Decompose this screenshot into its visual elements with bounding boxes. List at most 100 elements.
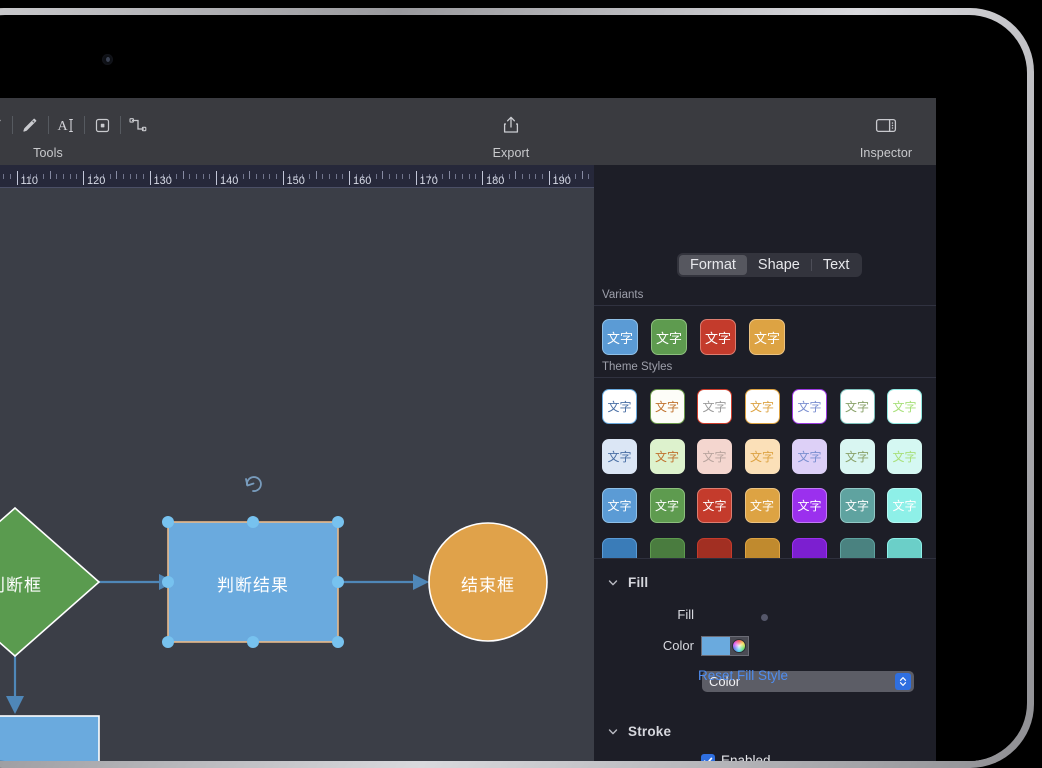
variant-swatch-3[interactable]: 文字 bbox=[700, 319, 736, 355]
theme-style-swatch-r4-c2[interactable] bbox=[649, 537, 685, 558]
ruler-minor-tick bbox=[176, 174, 177, 179]
toolbar-divider bbox=[11, 116, 13, 134]
ruler-major-tick bbox=[283, 171, 284, 185]
theme-style-swatch-r4-c5[interactable] bbox=[792, 537, 827, 558]
panel-divider bbox=[594, 558, 936, 559]
ruler-label: 190 bbox=[552, 175, 571, 187]
tab-text[interactable]: Text bbox=[812, 255, 861, 275]
pen-tool[interactable] bbox=[0, 112, 5, 138]
theme-style-swatch-r2-c4[interactable]: 文字 bbox=[744, 438, 780, 474]
theme-style-swatch-r2-c1[interactable]: 文字 bbox=[602, 438, 637, 474]
tablet-device-frame: A Tools Export Inspector 110 120 130 140… bbox=[0, 8, 1034, 768]
chevron-down-icon-stroke[interactable] bbox=[608, 727, 618, 737]
ruler-minor-tick bbox=[10, 174, 11, 179]
theme-style-swatch-r3-c3[interactable]: 文字 bbox=[697, 488, 732, 523]
chevron-down-icon-fill[interactable] bbox=[608, 578, 618, 588]
pen-icon bbox=[0, 118, 1, 122]
ruler-minor-tick bbox=[542, 174, 543, 179]
theme-style-swatch-r2-c3[interactable]: 文字 bbox=[697, 438, 732, 474]
inspector-panel: Format Shape Text Variants 文字 文字 文字 文字 Them… bbox=[594, 165, 936, 761]
stroke-enabled-checkbox[interactable] bbox=[701, 753, 715, 761]
inspector-tab-bar[interactable]: Format Shape Text bbox=[677, 253, 863, 277]
theme-styles-rule bbox=[594, 377, 936, 378]
ruler-minor-tick bbox=[442, 174, 443, 179]
reset-fill-style-link[interactable]: Reset Fill Style bbox=[698, 668, 788, 683]
rotate-handle-icon bbox=[245, 476, 262, 492]
theme-style-swatch-r1-c6[interactable]: 文字 bbox=[839, 389, 875, 424]
ruler-minor-tick bbox=[43, 174, 44, 179]
tab-shape[interactable]: Shape bbox=[747, 255, 811, 275]
theme-styles-grid[interactable]: 文字 文字 文字 文字 文字 文字 文字 文字 文字 文字 文字 文字 文字 文字 文字 文字 文字 文字 文字 文字… bbox=[594, 383, 936, 558]
ruler-minor-tick bbox=[582, 171, 583, 179]
ruler-minor-tick bbox=[515, 171, 516, 179]
ruler-minor-tick bbox=[110, 174, 111, 179]
ruler-minor-tick bbox=[256, 174, 257, 179]
toolbar-inspector-group[interactable]: Inspector bbox=[836, 107, 936, 160]
ruler-minor-tick bbox=[389, 174, 390, 179]
theme-style-swatch-r3-c4[interactable]: 文字 bbox=[744, 488, 780, 523]
horizontal-ruler[interactable]: 00110120130140150160170180190 bbox=[0, 165, 594, 188]
variants-swatch-row[interactable]: 文字 文字 文字 文字 bbox=[594, 317, 936, 361]
ruler-minor-tick bbox=[3, 174, 4, 179]
decision-result-rectangle-label: 判断结果 bbox=[217, 576, 289, 595]
theme-style-swatch-r2-c5[interactable]: 文字 bbox=[792, 438, 827, 474]
variant-swatch-1[interactable]: 文字 bbox=[602, 319, 638, 355]
toolbar-export-group[interactable]: Export bbox=[387, 107, 635, 160]
front-camera-icon bbox=[102, 54, 113, 65]
variants-rule bbox=[594, 305, 936, 306]
ruler-minor-tick bbox=[276, 174, 277, 179]
theme-style-swatch-r4-c6[interactable] bbox=[839, 537, 875, 558]
theme-style-swatch-r4-c7[interactable] bbox=[887, 537, 922, 558]
ruler-major-tick bbox=[482, 171, 483, 185]
select-stepper-icon[interactable] bbox=[895, 673, 911, 690]
theme-style-swatch-r1-c4[interactable]: 文字 bbox=[744, 389, 780, 424]
diagram-canvas[interactable]: 判断框 判断结果 结束框 判断结果 bbox=[0, 188, 594, 761]
theme-style-swatch-r1-c5[interactable]: 文字 bbox=[792, 389, 827, 424]
tab-format[interactable]: Format bbox=[679, 255, 747, 275]
text-tool[interactable]: A bbox=[55, 112, 76, 138]
variant-swatch-4[interactable]: 文字 bbox=[749, 319, 785, 355]
stroke-enabled-row[interactable]: Enabled bbox=[701, 753, 771, 761]
ruler-minor-tick bbox=[269, 174, 270, 179]
ruler-minor-tick bbox=[309, 174, 310, 179]
end-ellipse-label: 结束框 bbox=[461, 576, 515, 595]
theme-style-swatch-r2-c7[interactable]: 文字 bbox=[887, 438, 922, 474]
ruler-minor-tick bbox=[63, 174, 64, 179]
theme-style-swatch-r4-c1[interactable] bbox=[602, 537, 637, 558]
ruler-minor-tick bbox=[123, 174, 124, 179]
ruler-minor-tick bbox=[249, 171, 250, 179]
connector-line-tool[interactable] bbox=[128, 112, 149, 138]
ruler-minor-tick bbox=[183, 171, 184, 179]
variant-swatch-2[interactable]: 文字 bbox=[651, 319, 687, 355]
ruler-minor-tick bbox=[243, 174, 244, 179]
theme-style-swatch-r3-c1[interactable]: 文字 bbox=[602, 488, 637, 523]
connector-rect-to-ellipse bbox=[338, 574, 429, 590]
theme-style-swatch-r2-c6[interactable]: 文字 bbox=[839, 438, 875, 474]
fill-color-swatch[interactable] bbox=[702, 637, 730, 655]
theme-style-swatch-r3-c2[interactable]: 文字 bbox=[649, 488, 685, 523]
theme-style-swatch-r2-c2[interactable]: 文字 bbox=[649, 438, 685, 474]
theme-grid-scroll-indicator[interactable] bbox=[761, 614, 768, 621]
svg-text:A: A bbox=[58, 119, 69, 134]
theme-style-swatch-r4-c4[interactable] bbox=[744, 537, 780, 558]
export-button[interactable] bbox=[496, 112, 526, 138]
ruler-label: 150 bbox=[286, 175, 305, 187]
inspector-toggle-button[interactable] bbox=[871, 112, 901, 138]
theme-style-swatch-r3-c6[interactable]: 文字 bbox=[839, 488, 875, 523]
color-picker-button[interactable] bbox=[730, 637, 748, 655]
theme-style-swatch-r1-c3[interactable]: 文字 bbox=[697, 389, 732, 424]
theme-style-swatch-r1-c2[interactable]: 文字 bbox=[649, 389, 685, 424]
pencil-tool[interactable] bbox=[19, 112, 40, 138]
theme-style-swatch-r3-c7[interactable]: 文字 bbox=[887, 488, 922, 523]
shape-tool[interactable] bbox=[92, 112, 113, 138]
toolbar-inspector-label: Inspector bbox=[859, 146, 913, 160]
theme-style-swatch-r1-c1[interactable]: 文字 bbox=[602, 389, 637, 424]
sidebar-panel-icon bbox=[875, 118, 897, 132]
theme-style-swatch-r4-c3[interactable] bbox=[697, 537, 732, 558]
fill-color-well[interactable] bbox=[701, 636, 749, 656]
theme-style-swatch-r1-c7[interactable]: 文字 bbox=[887, 389, 922, 424]
theme-style-swatch-r3-c5[interactable]: 文字 bbox=[792, 488, 827, 523]
ruler-minor-tick bbox=[322, 174, 323, 179]
color-wheel-icon bbox=[731, 639, 746, 653]
shape-square-dot-icon bbox=[95, 118, 109, 132]
